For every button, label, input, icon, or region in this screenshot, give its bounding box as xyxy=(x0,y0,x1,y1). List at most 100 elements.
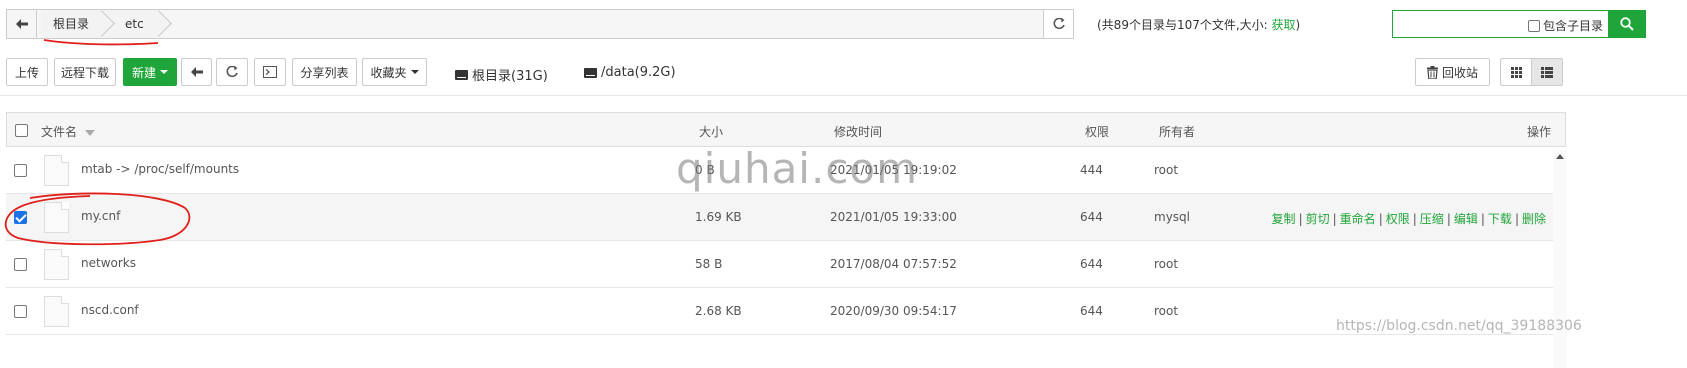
sort-desc-icon xyxy=(84,129,95,136)
compress-link[interactable]: 压缩 xyxy=(1420,212,1444,226)
disk-root[interactable]: 根目录(31G) xyxy=(455,65,548,84)
table-row[interactable]: nscd.conf 2.68 KB 2020/09/30 09:54:17 64… xyxy=(6,288,1566,335)
hdd-icon xyxy=(584,67,597,78)
breadcrumb: 根目录 etc xyxy=(41,10,160,38)
action-separator: | xyxy=(1412,212,1417,226)
column-header-perm[interactable]: 权限 xyxy=(1085,123,1109,140)
favorites-dropdown-button[interactable]: 收藏夹 xyxy=(362,58,427,86)
hdd-icon xyxy=(455,69,468,80)
breadcrumb-root[interactable]: 根目录 xyxy=(41,10,104,38)
file-size: 2.68 KB xyxy=(695,304,742,318)
grid-view-button[interactable] xyxy=(1500,58,1532,86)
table-scrollbar[interactable] xyxy=(1553,150,1567,368)
file-name[interactable]: networks xyxy=(81,256,136,270)
column-header-size[interactable]: 大小 xyxy=(699,123,723,140)
edit-link[interactable]: 编辑 xyxy=(1454,212,1478,226)
file-owner: root xyxy=(1154,257,1179,271)
delete-link[interactable]: 删除 xyxy=(1522,212,1546,226)
column-name-label: 文件名 xyxy=(41,125,78,139)
refresh-icon xyxy=(1053,18,1065,30)
download-link[interactable]: 下载 xyxy=(1488,212,1512,226)
column-header-mtime[interactable]: 修改时间 xyxy=(834,123,882,140)
caret-down-icon xyxy=(160,70,168,74)
file-owner: root xyxy=(1154,163,1179,177)
include-subdir-option[interactable]: 包含子目录 xyxy=(1527,17,1603,34)
table-header: 文件名 大小 修改时间 权限 所有者 操作 xyxy=(6,112,1566,147)
path-refresh-button[interactable] xyxy=(1043,10,1073,38)
path-bar: 根目录 etc xyxy=(6,9,1074,39)
action-separator: | xyxy=(1480,212,1485,226)
row-checkbox[interactable] xyxy=(14,258,27,271)
action-separator: | xyxy=(1332,212,1337,226)
cut-link[interactable]: 剪切 xyxy=(1306,212,1330,226)
file-name[interactable]: nscd.conf xyxy=(81,303,139,317)
row-checkbox[interactable] xyxy=(14,164,27,177)
file-size: 1.69 KB xyxy=(695,210,742,224)
action-separator: | xyxy=(1446,212,1451,226)
terminal-button[interactable] xyxy=(254,58,286,86)
search-icon xyxy=(1620,17,1634,31)
recycle-bin-button[interactable]: 回收站 xyxy=(1415,58,1490,86)
table-row[interactable]: my.cnf 1.69 KB 2021/01/05 19:33:00 644 m… xyxy=(6,194,1566,241)
rename-link[interactable]: 重命名 xyxy=(1340,212,1376,226)
action-separator: | xyxy=(1514,212,1519,226)
terminal-icon xyxy=(263,66,277,78)
search-button[interactable] xyxy=(1608,10,1646,38)
back-button[interactable] xyxy=(181,58,212,86)
file-icon xyxy=(44,202,69,233)
scroll-up-arrow-icon[interactable] xyxy=(1556,154,1564,159)
table-row[interactable]: networks 58 B 2017/08/04 07:57:52 644 ro… xyxy=(6,241,1566,288)
caret-down-icon xyxy=(410,70,419,74)
disk-data-label: /data(9.2G) xyxy=(601,65,676,80)
select-all-checkbox[interactable] xyxy=(15,124,28,137)
file-owner: mysql xyxy=(1154,210,1190,224)
file-icon xyxy=(44,155,69,186)
action-separator: | xyxy=(1378,212,1383,226)
list-view-button[interactable] xyxy=(1531,58,1563,86)
file-mtime: 2021/01/05 19:33:00 xyxy=(830,210,957,224)
permission-link[interactable]: 权限 xyxy=(1386,212,1410,226)
upload-button[interactable]: 上传 xyxy=(6,58,48,86)
directory-summary-text: (共89个目录与107个文件,大小: xyxy=(1097,18,1272,32)
watermark-url: https://blog.csdn.net/qq_39188306 xyxy=(1336,318,1582,334)
row-checkbox[interactable] xyxy=(14,305,27,318)
underline-annotation xyxy=(43,39,159,46)
file-perm[interactable]: 644 xyxy=(1080,304,1103,318)
share-list-button[interactable]: 分享列表 xyxy=(292,58,357,86)
directory-summary-end: ) xyxy=(1295,18,1301,32)
file-perm[interactable]: 444 xyxy=(1080,163,1103,177)
file-owner: root xyxy=(1154,304,1179,318)
recycle-bin-label: 回收站 xyxy=(1441,65,1478,80)
toolbar-divider xyxy=(0,95,1687,96)
file-perm[interactable]: 644 xyxy=(1080,210,1103,224)
remote-download-button[interactable]: 远程下载 xyxy=(54,58,116,86)
disk-root-label: 根目录(31G) xyxy=(472,69,548,84)
new-button-label: 新建 xyxy=(131,65,156,80)
arrow-left-icon xyxy=(15,19,28,29)
file-name[interactable]: mtab -> /proc/self/mounts xyxy=(81,162,239,176)
grid-view-icon xyxy=(1510,66,1522,78)
path-back-button[interactable] xyxy=(7,10,37,38)
disk-data[interactable]: /data(9.2G) xyxy=(584,65,676,80)
include-subdir-label: 包含子目录 xyxy=(1542,19,1603,33)
watermark-text: qiuhai.com xyxy=(676,144,919,193)
get-size-link[interactable]: 获取 xyxy=(1272,18,1296,32)
file-mtime: 2017/08/04 07:57:52 xyxy=(830,257,957,271)
file-icon xyxy=(44,296,69,327)
file-name[interactable]: my.cnf xyxy=(81,209,120,223)
file-icon xyxy=(44,249,69,280)
include-subdir-checkbox[interactable] xyxy=(1527,19,1540,32)
row-actions: 复制 | 剪切 | 重命名 | 权限 | 压缩 | 编辑 | 下载 | 删除 xyxy=(1272,210,1546,227)
copy-link[interactable]: 复制 xyxy=(1272,212,1296,226)
row-checkbox[interactable] xyxy=(14,211,27,224)
action-separator: | xyxy=(1298,212,1303,226)
directory-summary: (共89个目录与107个文件,大小: 获取) xyxy=(1097,16,1300,33)
file-perm[interactable]: 644 xyxy=(1080,257,1103,271)
trash-icon xyxy=(1426,65,1438,79)
column-header-owner[interactable]: 所有者 xyxy=(1159,123,1195,140)
arrow-left-icon xyxy=(190,67,203,77)
new-dropdown-button[interactable]: 新建 xyxy=(123,58,177,86)
column-header-name[interactable]: 文件名 xyxy=(41,123,95,140)
search-input[interactable]: 包含子目录 xyxy=(1392,10,1646,38)
refresh-button[interactable] xyxy=(216,58,248,86)
